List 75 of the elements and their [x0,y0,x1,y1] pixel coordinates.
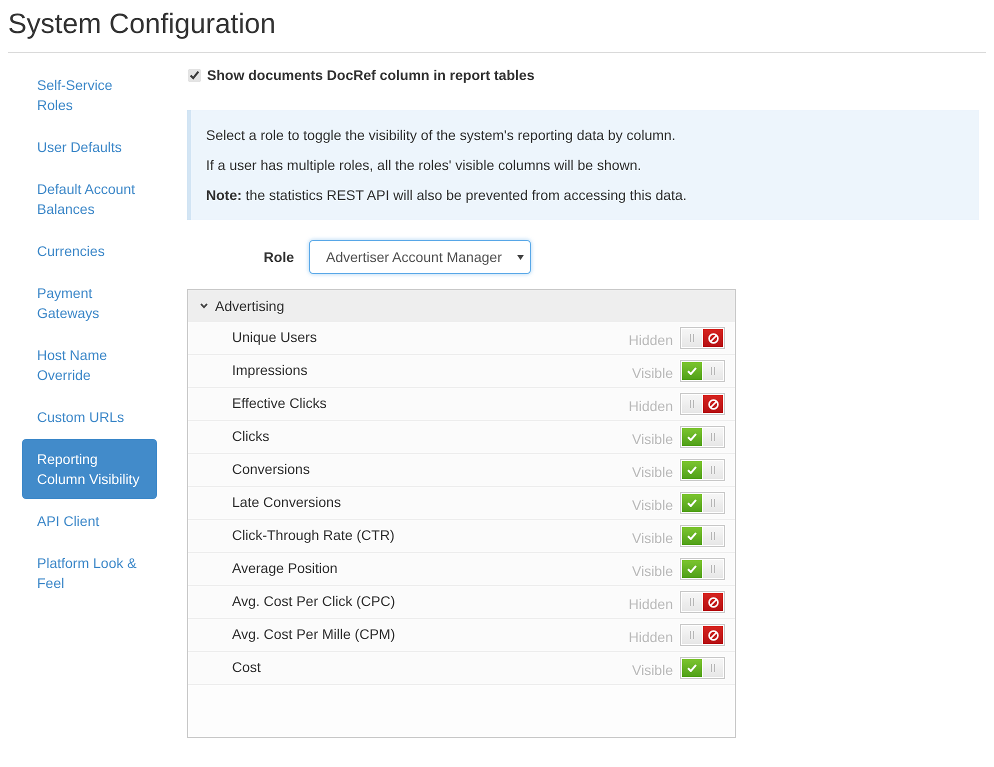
status-label: Hidden [628,595,673,614]
sidebar-item[interactable]: API Client [22,501,157,541]
visibility-toggle[interactable] [680,591,725,613]
status-label: Hidden [628,397,673,416]
column-name: Average Position [232,559,339,578]
sidebar-item[interactable]: Currencies [22,231,157,271]
sidebar-item[interactable]: User Defaults [22,127,157,167]
visibility-toggle[interactable] [680,492,725,514]
status-label: Visible [632,430,673,449]
role-label: Role [262,249,294,265]
sidebar-item[interactable]: Platform Look & Feel [22,543,157,603]
grip-icon [711,565,715,573]
column-name: Clicks [232,427,270,446]
check-icon [687,466,697,474]
status-label: Visible [632,661,673,680]
sidebar-item[interactable]: Host Name Override [22,335,157,395]
check-icon [687,664,697,672]
grip-icon [711,664,715,672]
status-label: Visible [632,364,673,383]
grip-icon [690,400,694,408]
grip-icon [711,367,715,375]
visibility-toggle[interactable] [680,558,725,580]
status-label: Visible [632,463,673,482]
column-name: Late Conversions [232,493,342,512]
check-icon [687,565,697,573]
sidebar-item[interactable]: Payment Gateways [22,273,157,333]
visibility-toggle[interactable] [680,657,725,679]
sidebar-item[interactable]: Self-Service Roles [22,65,157,125]
grip-icon [711,499,715,507]
docref-checkbox[interactable] [188,68,201,82]
column-name: Effective Clicks [232,394,328,413]
visibility-toggle[interactable] [680,624,725,646]
docref-label: Show documents DocRef column in report tables [207,66,534,85]
ban-icon [708,596,718,608]
grip-icon [690,631,694,639]
visibility-toggle[interactable] [680,426,725,448]
check-icon [687,367,697,375]
ban-icon [708,630,718,640]
sidebar-item[interactable]: Reporting Column Visibility [22,439,157,499]
sidebar-item[interactable]: Custom URLs [22,397,157,437]
ban-icon [708,332,718,344]
status-label: Hidden [628,331,673,350]
info-text: Note: the statistics REST API will also be prevented from accessing this data. [206,186,688,205]
check-icon [687,433,697,441]
grip-icon [711,466,715,474]
visibility-toggle[interactable] [680,360,725,382]
grip-icon [690,598,694,606]
status-label: Visible [632,529,673,548]
page-title: System Configuration [8,0,986,53]
visibility-toggle[interactable] [680,525,725,547]
column-name: Click-Through Rate (CTR) [232,526,396,545]
column-name: Cost [232,658,262,677]
status-label: Visible [632,562,673,581]
info-text: Select a role to toggle the visibility of the system's reporting data by column. [206,126,677,145]
visibility-toggle[interactable] [680,459,725,481]
column-name: Avg. Cost Per Mille (CPM) [232,625,396,644]
column-name: Avg. Cost Per Click (CPC) [232,592,396,611]
status-label: Visible [632,496,673,515]
sidebar-item[interactable]: Default Account Balances [22,169,157,229]
visibility-toggle[interactable] [680,393,725,415]
caret-icon [517,254,524,260]
grip-icon [711,532,715,540]
grip-icon [690,334,694,342]
ban-icon [708,398,718,410]
check-icon [687,499,697,507]
visibility-toggle[interactable] [680,327,725,349]
grip-icon [711,433,715,441]
column-name: Unique Users [232,328,318,347]
role-select[interactable]: Advertiser Account Manager [309,240,531,274]
column-name: Impressions [232,361,308,380]
group-header[interactable]: Advertising [188,290,735,322]
info-text: If a user has multiple roles, all the roles' visible columns will be shown. [206,156,642,175]
status-label: Hidden [628,628,673,647]
column-name: Conversions [232,460,311,479]
check-icon [687,532,697,540]
